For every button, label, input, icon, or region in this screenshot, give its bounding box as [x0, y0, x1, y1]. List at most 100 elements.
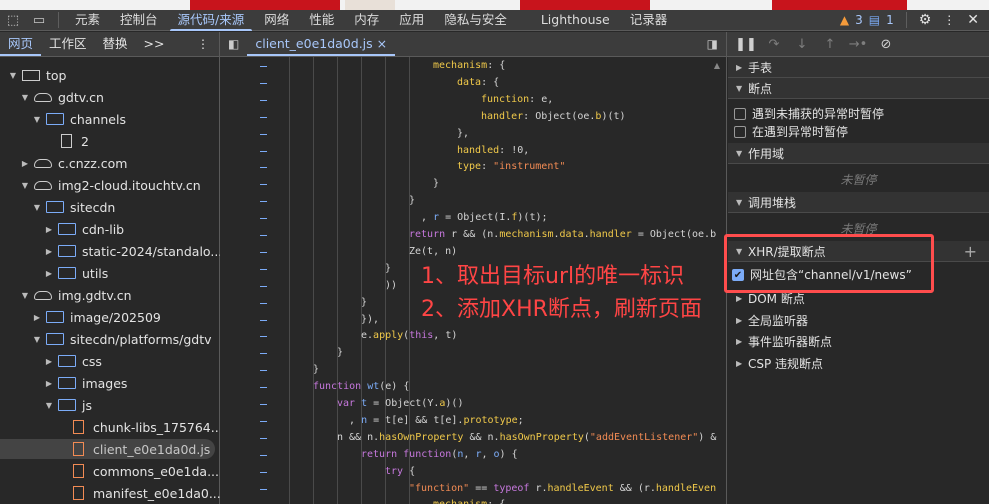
collapsed-arrow-icon[interactable]: ▶ — [44, 357, 54, 366]
tree-item[interactable]: ▶ c.cnzz.com — [0, 153, 128, 173]
expanded-arrow-icon[interactable]: ▼ — [32, 335, 42, 344]
add-xhr-breakpoint-button[interactable]: + — [964, 242, 989, 261]
line-gutter-marker[interactable] — [260, 488, 267, 490]
line-gutter-marker[interactable] — [260, 370, 267, 372]
tab-2[interactable]: 源代码/来源 — [168, 10, 255, 31]
line-gutter-marker[interactable] — [260, 471, 267, 473]
collapsed-arrow-icon[interactable]: ▶ — [44, 269, 54, 278]
code-line[interactable]: var t = Object(Y.a)() — [337, 395, 463, 412]
more-tabs-chevron-icon[interactable]: >> — [136, 32, 173, 56]
step-over-icon[interactable]: ↷ — [762, 37, 786, 52]
tab-0[interactable]: 元素 — [65, 10, 110, 31]
line-gutter-marker[interactable] — [260, 302, 267, 304]
tab-1[interactable]: 控制台 — [110, 10, 168, 31]
tree-item[interactable]: client_e0e1da0d.js — [0, 439, 215, 459]
tree-item[interactable]: ▼ sitecdn — [0, 197, 115, 217]
expanded-arrow-icon[interactable]: ▼ — [8, 71, 18, 80]
tab-workspace[interactable]: 工作区 — [41, 32, 95, 56]
code-line[interactable]: return function(n, r, o) { — [361, 446, 518, 463]
tree-item[interactable]: ▼ js — [0, 395, 92, 415]
code-line[interactable]: , n = t[e] && t[e].prototype; — [337, 412, 524, 429]
code-line[interactable]: e.apply(this, t) — [361, 327, 457, 344]
step-out-icon[interactable]: ↑ — [818, 37, 842, 52]
section-event-listener-breakpoints[interactable]: ▶ 事件监听器断点 — [728, 331, 989, 352]
expanded-arrow-icon[interactable]: ▼ — [20, 181, 30, 190]
section-breakpoints[interactable]: ▼ 断点 — [728, 78, 989, 99]
close-tab-icon[interactable]: × — [377, 36, 387, 51]
tree-item[interactable]: ▶ static-2024/standalo... — [0, 241, 222, 261]
line-gutter-marker[interactable] — [260, 66, 267, 67]
code-line[interactable]: "function" == typeof r.handleEvent && (r… — [409, 480, 716, 497]
scroll-up-icon[interactable]: ▲ — [714, 61, 720, 70]
line-gutter-marker[interactable] — [260, 420, 267, 422]
pause-uncaught-checkbox[interactable]: 遇到未捕获的异常时暂停 — [734, 105, 884, 122]
tab-overrides[interactable]: 替换 — [95, 32, 136, 56]
code-line[interactable]: mechanism: { — [433, 57, 505, 74]
expanded-arrow-icon[interactable]: ▼ — [20, 291, 30, 300]
inspect-element-icon[interactable]: ⬚ — [0, 13, 26, 28]
toggle-debugger-icon[interactable]: ◨ — [707, 37, 726, 51]
collapsed-arrow-icon[interactable]: ▶ — [32, 313, 42, 322]
code-line[interactable]: } — [433, 175, 439, 192]
line-gutter-marker[interactable] — [260, 437, 267, 439]
line-gutter-marker[interactable] — [260, 218, 267, 220]
line-gutter-marker[interactable] — [260, 167, 267, 169]
tree-item[interactable]: 2 — [0, 131, 89, 151]
expanded-arrow-icon[interactable]: ▼ — [32, 203, 42, 212]
pause-icon[interactable]: ❚❚ — [734, 37, 758, 52]
line-gutter-marker[interactable] — [260, 150, 267, 152]
file-tab-client-js[interactable]: client_e0e1da0d.js × — [247, 32, 395, 56]
tree-item[interactable]: ▶ utils — [0, 263, 108, 283]
code-line[interactable]: type: "instrument" — [457, 158, 565, 175]
code-line[interactable]: function: e, — [481, 91, 553, 108]
close-icon[interactable]: ✕ — [967, 12, 979, 28]
tab-7[interactable]: 隐私与安全 — [434, 10, 517, 31]
code-line[interactable]: data: { — [457, 74, 499, 91]
code-line[interactable]: n && n.hasOwnProperty && n.hasOwnPropert… — [337, 429, 716, 446]
tree-item[interactable]: ▼ top — [0, 65, 67, 85]
toggle-navigator-icon[interactable]: ◧ — [220, 37, 247, 51]
code-line[interactable]: )) — [385, 277, 397, 294]
code-line[interactable]: return r && (n.mechanism.data.handler = … — [409, 226, 716, 243]
tree-item[interactable]: ▼ channels — [0, 109, 126, 129]
code-line[interactable]: }, — [457, 125, 469, 142]
settings-gear-icon[interactable]: ⚙ — [919, 12, 932, 28]
tab-5[interactable]: 内存 — [344, 10, 389, 31]
step-into-icon[interactable]: ↓ — [790, 37, 814, 52]
tree-item[interactable]: ▶ image/202509 — [0, 307, 161, 327]
code-line[interactable]: }), — [361, 311, 379, 328]
warning-count[interactable]: 3 — [855, 13, 863, 27]
line-gutter-marker[interactable] — [260, 387, 267, 389]
tree-item[interactable]: ▼ gdtv.cn — [0, 87, 104, 107]
line-gutter-marker[interactable] — [260, 251, 267, 253]
tab-3[interactable]: 网络 — [254, 10, 299, 31]
code-line[interactable]: } — [313, 361, 319, 378]
line-gutter-marker[interactable] — [260, 268, 267, 270]
tree-item[interactable]: ▼ sitecdn/platforms/gdtv — [0, 329, 212, 349]
code-line[interactable]: mechanism: { — [433, 496, 505, 504]
code-line[interactable]: function wt(e) { — [313, 378, 409, 395]
line-gutter-marker[interactable] — [260, 201, 267, 203]
section-scope[interactable]: ▼ 作用域 — [728, 143, 989, 164]
line-gutter-marker[interactable] — [260, 184, 267, 186]
tab-9[interactable]: 记录器 — [620, 10, 678, 31]
tree-item[interactable]: manifest_e0e1da0... — [0, 483, 221, 503]
line-gutter-marker[interactable] — [260, 235, 267, 236]
line-gutter-marker[interactable] — [260, 116, 267, 118]
collapsed-arrow-icon[interactable]: ▶ — [44, 225, 54, 234]
tree-item[interactable]: ▼ img.gdtv.cn — [0, 285, 132, 305]
deactivate-breakpoints-icon[interactable]: ⊘ — [874, 37, 898, 52]
tab-4[interactable]: 性能 — [299, 10, 344, 31]
collapsed-arrow-icon[interactable]: ▶ — [44, 247, 54, 256]
tree-item[interactable]: ▼ img2-cloud.itouchtv.cn — [0, 175, 201, 195]
section-csp-breakpoints[interactable]: ▶ CSP 违规断点 — [728, 353, 989, 374]
tab-6[interactable]: 应用 — [389, 10, 434, 31]
tab-8[interactable]: Lighthouse — [531, 10, 620, 31]
collapsed-arrow-icon[interactable]: ▶ — [44, 379, 54, 388]
collapsed-arrow-icon[interactable]: ▶ — [20, 159, 30, 168]
line-gutter-marker[interactable] — [260, 336, 267, 338]
tree-item[interactable]: commons_e0e1da... — [0, 461, 219, 481]
line-gutter-marker[interactable] — [260, 133, 267, 135]
code-line[interactable]: } — [409, 192, 415, 209]
code-line[interactable]: , r = Object(I.f)(t); — [409, 209, 547, 226]
